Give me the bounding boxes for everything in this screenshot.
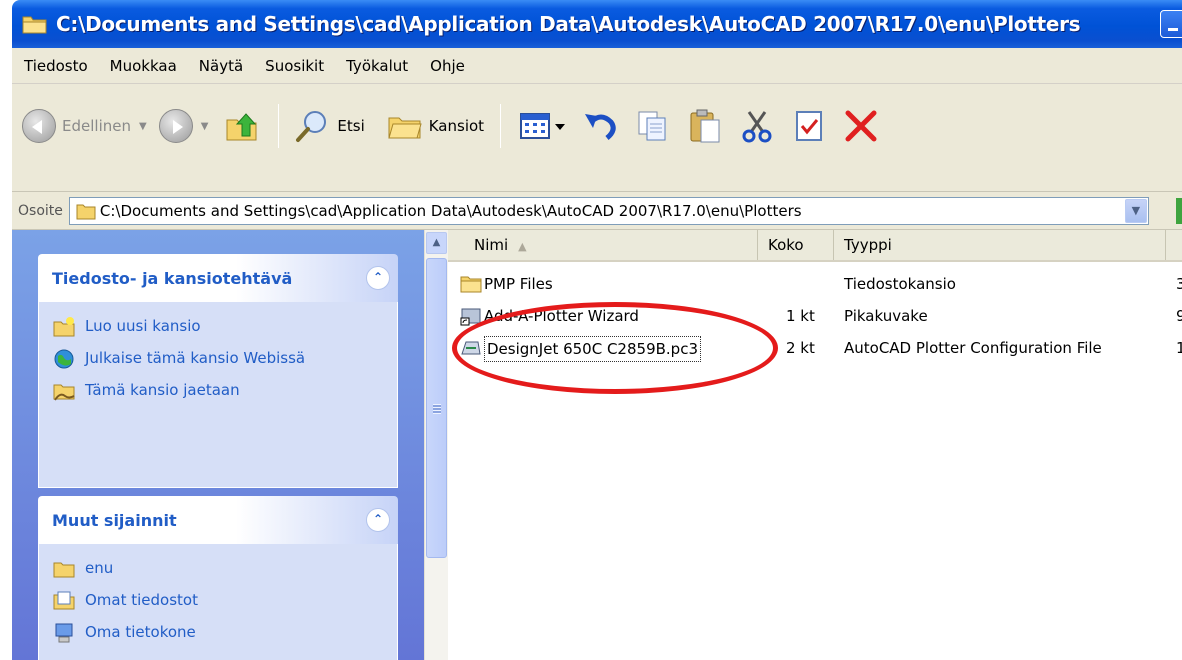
other-places-body: enu Omat tiedostot Oma tietokone xyxy=(38,544,398,660)
shared-folder-icon xyxy=(53,380,75,402)
menu-file[interactable]: Tiedosto xyxy=(12,57,99,75)
column-name[interactable]: Nimi ▲ xyxy=(448,230,758,260)
collapse-icon[interactable]: ⌃ xyxy=(366,508,390,532)
task-pane: Tiedosto- ja kansiotehtävä ⌃ Luo uusi ka… xyxy=(12,230,424,660)
minimize-icon xyxy=(1168,28,1178,31)
file-type: Pikakuvake xyxy=(844,307,928,325)
file-extra: 9 xyxy=(1176,307,1182,325)
address-value: C:\Documents and Settings\cad\Applicatio… xyxy=(99,201,802,220)
grip-icon xyxy=(433,404,441,414)
forward-arrow-icon xyxy=(158,109,193,143)
copy-to-icon[interactable] xyxy=(635,108,671,144)
file-size: 2 kt xyxy=(786,339,815,357)
other-places-header[interactable]: Muut sijainnit ⌃ xyxy=(38,496,398,544)
file-tasks-panel: Tiedosto- ja kansiotehtävä ⌃ Luo uusi ka… xyxy=(38,254,398,488)
toolbar-separator xyxy=(278,104,280,148)
file-extra: 1 xyxy=(1176,339,1182,357)
views-icon[interactable] xyxy=(519,108,567,144)
back-arrow-icon xyxy=(22,109,56,143)
documents-icon xyxy=(53,590,75,612)
menu-view[interactable]: Näytä xyxy=(188,57,254,75)
search-label: Etsi xyxy=(337,117,365,135)
globe-icon xyxy=(53,348,75,370)
address-dropdown-icon[interactable]: ▼ xyxy=(1124,198,1147,223)
folder-icon xyxy=(460,274,482,294)
menu-help[interactable]: Ohje xyxy=(419,57,476,75)
search-button[interactable]: Etsi xyxy=(295,108,365,144)
file-name: PMP Files xyxy=(484,275,553,293)
column-name-label: Nimi xyxy=(474,236,509,254)
place-my-computer[interactable]: Oma tietokone xyxy=(53,622,383,644)
task-publish-web[interactable]: Julkaise tämä kansio Webissä xyxy=(53,348,383,370)
paste-icon[interactable] xyxy=(687,108,723,144)
back-button[interactable]: Edellinen ▼ xyxy=(22,109,159,143)
file-row[interactable]: PMP Files Tiedostokansio 3 xyxy=(448,270,1182,298)
folder-icon xyxy=(22,13,48,35)
sort-ascending-icon: ▲ xyxy=(518,240,527,253)
scroll-thumb[interactable] xyxy=(426,258,447,558)
place-label: Omat tiedostot xyxy=(85,591,198,609)
highlight-ellipse xyxy=(452,302,778,394)
menu-tools[interactable]: Työkalut xyxy=(335,57,419,75)
file-extra: 3 xyxy=(1176,275,1182,293)
scroll-up-icon[interactable]: ▲ xyxy=(426,232,447,254)
column-type[interactable]: Tyyppi xyxy=(834,230,1166,260)
column-type-label: Tyyppi xyxy=(844,236,892,254)
back-label: Edellinen xyxy=(62,117,131,135)
file-tasks-header[interactable]: Tiedosto- ja kansiotehtävä ⌃ xyxy=(38,254,398,302)
file-size: 1 kt xyxy=(786,307,815,325)
go-button[interactable] xyxy=(1176,198,1182,224)
address-input[interactable]: C:\Documents and Settings\cad\Applicatio… xyxy=(68,196,1149,225)
folders-label: Kansiot xyxy=(428,117,485,135)
task-new-folder[interactable]: Luo uusi kansio xyxy=(53,316,383,338)
menu-favorites[interactable]: Suosikit xyxy=(254,57,335,75)
task-label: Tämä kansio jaetaan xyxy=(85,381,240,399)
forward-button[interactable]: ▼ xyxy=(158,109,221,143)
window-title: C:\Documents and Settings\cad\Applicatio… xyxy=(56,12,1081,36)
file-type: AutoCAD Plotter Configuration File xyxy=(844,339,1102,357)
delete-icon[interactable] xyxy=(843,108,879,144)
file-type: Tiedostokansio xyxy=(844,275,956,293)
up-folder-icon[interactable] xyxy=(224,108,260,144)
folders-icon xyxy=(387,108,423,144)
search-icon xyxy=(295,108,331,144)
undo-icon[interactable] xyxy=(583,108,619,144)
file-tasks-title: Tiedosto- ja kansiotehtävä xyxy=(52,268,293,288)
column-size[interactable]: Koko xyxy=(758,230,834,260)
cut-icon[interactable] xyxy=(739,108,775,144)
file-tasks-body: Luo uusi kansio Julkaise tämä kansio Web… xyxy=(38,302,398,488)
other-places-title: Muut sijainnit xyxy=(52,510,177,530)
address-label: Osoite xyxy=(18,202,63,219)
place-label: enu xyxy=(85,559,114,577)
task-pane-scrollbar[interactable]: ▲ xyxy=(424,230,448,660)
place-label: Oma tietokone xyxy=(85,623,196,641)
place-enu[interactable]: enu xyxy=(53,558,383,580)
forward-dropdown-icon[interactable]: ▼ xyxy=(201,121,209,132)
address-bar: Osoite C:\Documents and Settings\cad\App… xyxy=(12,192,1182,230)
toolbar: Edellinen ▼ ▼ Etsi Kansiot xyxy=(12,84,1182,192)
minimize-button[interactable] xyxy=(1160,10,1182,38)
collapse-icon[interactable]: ⌃ xyxy=(366,266,390,290)
column-header: Nimi ▲ Koko Tyyppi xyxy=(448,230,1182,262)
properties-icon[interactable] xyxy=(791,108,827,144)
task-share-folder[interactable]: Tämä kansio jaetaan xyxy=(53,380,383,402)
title-bar[interactable]: C:\Documents and Settings\cad\Applicatio… xyxy=(12,0,1182,48)
column-size-label: Koko xyxy=(768,236,804,254)
other-places-panel: Muut sijainnit ⌃ enu Omat tiedostot Oma … xyxy=(38,496,398,660)
menu-edit[interactable]: Muokkaa xyxy=(99,57,188,75)
menu-bar: Tiedosto Muokkaa Näytä Suosikit Työkalut… xyxy=(12,48,1182,84)
new-folder-icon xyxy=(53,316,75,338)
toolbar-separator xyxy=(500,104,502,148)
folder-icon xyxy=(76,202,96,220)
place-my-documents[interactable]: Omat tiedostot xyxy=(53,590,383,612)
folders-button[interactable]: Kansiot xyxy=(387,108,484,144)
computer-icon xyxy=(53,622,75,644)
file-list: Nimi ▲ Koko Tyyppi PMP Files Tiedostokans… xyxy=(448,230,1182,660)
task-label: Luo uusi kansio xyxy=(85,317,201,335)
task-label: Julkaise tämä kansio Webissä xyxy=(85,349,306,367)
back-dropdown-icon[interactable]: ▼ xyxy=(139,121,147,132)
folder-icon xyxy=(53,558,75,580)
